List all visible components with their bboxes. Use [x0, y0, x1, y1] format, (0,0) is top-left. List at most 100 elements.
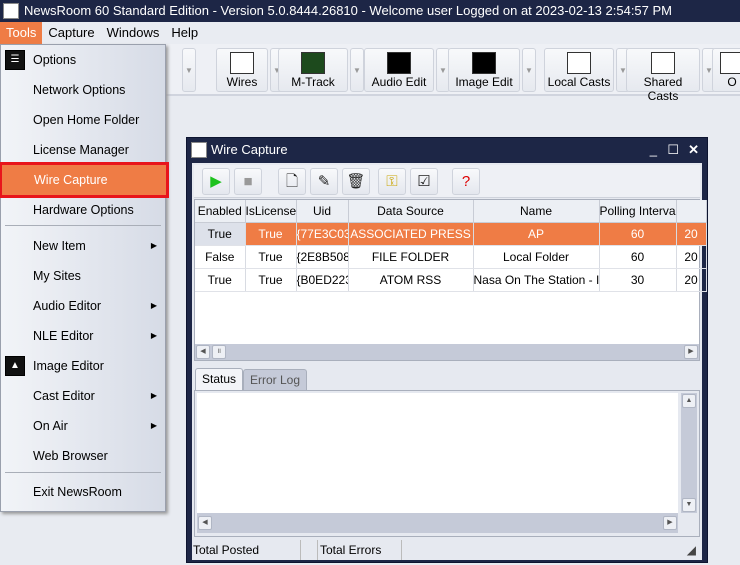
table-cell: False	[195, 245, 246, 269]
dropdown-arrow[interactable]: ▼	[522, 48, 536, 92]
scroll-left-button[interactable]: ◀	[196, 345, 210, 359]
menu-item-web-browser[interactable]: Web Browser	[1, 441, 165, 471]
tools-menu: ☰ Options Network Options Open Home Folder L…	[0, 44, 169, 512]
menu-tools[interactable]: Tools	[0, 22, 43, 44]
menu-item-hardware-options[interactable]: Hardware Options	[1, 195, 165, 225]
new-button[interactable]: 🗋	[278, 168, 306, 195]
toolbar-label: O	[727, 75, 737, 89]
toolbar-image-edit-button[interactable]: Image Edit	[448, 48, 520, 92]
new-icon: 🗋	[285, 173, 299, 190]
resize-grip-icon[interactable]: ◢	[687, 540, 696, 560]
submenu-arrow-icon: ▶	[150, 391, 157, 400]
scroll-up-button[interactable]: ▲	[682, 394, 696, 408]
scroll-down-button[interactable]: ▼	[682, 498, 696, 512]
scroll-right-button[interactable]: ▶	[663, 516, 677, 530]
toolbar-o-button[interactable]: O	[712, 48, 740, 92]
help-icon: ?	[461, 173, 471, 190]
column-header[interactable]: Name	[473, 200, 600, 223]
dropdown-arrow[interactable]: ▼	[350, 48, 364, 92]
menu-windows[interactable]: Windows	[101, 22, 166, 44]
table-cell: True	[245, 222, 297, 246]
menu-capture[interactable]: Capture	[42, 22, 100, 44]
menu-item-my-sites[interactable]: My Sites	[1, 261, 165, 291]
delete-icon: 🗑	[346, 173, 366, 190]
toolbar-audio-edit-button[interactable]: Audio Edit	[364, 48, 434, 92]
wires-icon	[230, 52, 254, 74]
table-cell: {B0ED223	[296, 268, 349, 292]
menu-item-label: Options	[33, 53, 77, 67]
table-row[interactable]: True True {B0ED223 ATOM RSS Nasa On The Stat…	[195, 268, 707, 292]
mtrack-icon	[301, 52, 325, 74]
table-cell: FILE FOLDER	[348, 245, 474, 269]
key-button[interactable]: ⚿	[378, 168, 406, 195]
menu-item-audio-editor[interactable]: Audio Editor ▶	[1, 291, 165, 321]
menu-item-label: NLE Editor	[33, 329, 94, 343]
shared-casts-icon	[651, 52, 675, 74]
vertical-scrollbar[interactable]: ▲ ▼	[681, 393, 697, 513]
minimize-icon[interactable]: _	[650, 138, 657, 162]
menu-item-on-air[interactable]: On Air ▶	[1, 411, 165, 441]
menu-item-image-editor[interactable]: ▲ Image Editor	[1, 351, 165, 381]
menu-item-open-home-folder[interactable]: Open Home Folder	[1, 105, 165, 135]
toolbar-m-track-button[interactable]: M-Track	[278, 48, 348, 92]
wire-sources-grid: Enabled IsLicense Uid Data Source Name Pollin…	[194, 199, 707, 361]
menu-item-network-options[interactable]: Network Options	[1, 75, 165, 105]
column-header[interactable]: Data Source	[348, 200, 474, 223]
table-cell: Nasa On The Station - I	[473, 268, 600, 292]
column-header[interactable]: IsLicense	[245, 200, 297, 223]
table-cell: 60	[599, 222, 677, 246]
window-logo	[191, 142, 207, 158]
menu-item-options[interactable]: ☰ Options	[1, 45, 165, 75]
column-header[interactable]	[676, 200, 707, 223]
wire-capture-title-bar[interactable]: Wire Capture _ ☐ ✕	[187, 138, 707, 162]
help-button[interactable]: ?	[452, 168, 480, 195]
menu-item-exit-newsroom[interactable]: Exit NewsRoom	[1, 477, 165, 507]
table-cell: 60	[599, 245, 677, 269]
toolbar-shared-casts-button[interactable]: Shared Casts	[626, 48, 700, 103]
scroll-left-button[interactable]: ◀	[198, 516, 212, 530]
status-horizontal-scrollbar[interactable]: ◀ ▶	[197, 513, 678, 533]
menu-item-label: Image Editor	[33, 359, 104, 373]
checklist-button[interactable]: ☑	[410, 168, 438, 195]
menu-item-cast-editor[interactable]: Cast Editor ▶	[1, 381, 165, 411]
table-row[interactable]: False True {2E8B508 FILE FOLDER Local Folder…	[195, 245, 707, 269]
toolbar-wires-button[interactable]: Wires	[216, 48, 268, 92]
tab-error-log[interactable]: Error Log	[243, 369, 308, 390]
table-cell: 20	[676, 268, 707, 292]
submenu-arrow-icon: ▶	[150, 241, 157, 250]
app-logo	[3, 3, 19, 19]
app-title-bar: NewsRoom 60 Standard Edition - Version 5…	[0, 0, 740, 22]
play-button[interactable]: ▶	[202, 168, 230, 195]
toolbar-local-casts-button[interactable]: Local Casts	[544, 48, 614, 92]
toolbar-label: M-Track	[291, 75, 335, 89]
menu-item-license-manager[interactable]: License Manager	[1, 135, 165, 165]
tab-status[interactable]: Status	[195, 368, 244, 390]
menu-help[interactable]: Help	[165, 22, 204, 44]
status-log-area[interactable]: ▲ ▼ ◀ ▶	[194, 390, 700, 537]
window-body: ▶ ■ 🗋 ✎ 🗑 ⚿ ☑? Enabled IsLicense Uid Data Source N…	[192, 163, 707, 560]
onair-icon	[720, 52, 740, 74]
column-header[interactable]: Uid	[296, 200, 349, 223]
scroll-right-button[interactable]: ▶	[684, 345, 698, 359]
image-edit-icon	[472, 52, 496, 74]
dropdown-arrow[interactable]: ▼	[182, 48, 196, 92]
scroll-thumb[interactable]: ॥	[212, 345, 226, 359]
menu-bar: Tools Capture Windows Help	[0, 22, 740, 44]
edit-button[interactable]: ✎	[310, 168, 338, 195]
close-icon[interactable]: ✕	[688, 138, 699, 162]
menu-item-label: Open Home Folder	[33, 113, 140, 127]
horizontal-scrollbar[interactable]: ◀ ॥ ▶	[195, 344, 699, 360]
menu-item-new-item[interactable]: New Item ▶	[1, 231, 165, 261]
menu-item-label: Audio Editor	[33, 299, 102, 313]
table-cell: {77E3C03	[296, 222, 349, 246]
table-cell: AP	[473, 222, 600, 246]
column-header[interactable]: Polling Interva	[599, 200, 677, 223]
menu-item-wire-capture[interactable]: Wire Capture	[0, 162, 169, 198]
table-row[interactable]: True True {77E3C03 ASSOCIATED PRESS AP 60 20	[195, 222, 707, 246]
delete-button[interactable]: 🗑	[342, 168, 370, 195]
stop-button[interactable]: ■	[234, 168, 262, 195]
menu-item-nle-editor[interactable]: NLE Editor ▶	[1, 321, 165, 351]
window-title: Wire Capture	[211, 142, 288, 157]
column-header[interactable]: Enabled	[195, 200, 246, 223]
maximize-icon[interactable]: ☐	[667, 138, 679, 162]
